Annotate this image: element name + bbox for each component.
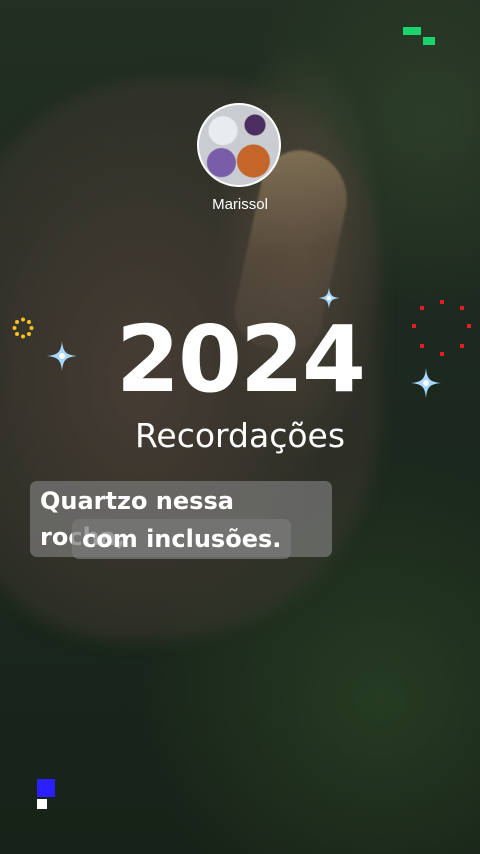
- avatar[interactable]: [197, 103, 281, 187]
- caption-line: com inclusões.: [72, 519, 292, 559]
- white-square-decoration: [37, 799, 47, 809]
- story-canvas: Marissol 2024 Recordações Quartzo nessa …: [0, 0, 480, 854]
- blue-square-decoration: [37, 779, 55, 797]
- year-title: 2024: [115, 306, 366, 413]
- green-logo-icon: [403, 27, 435, 49]
- username[interactable]: Marissol: [0, 196, 480, 213]
- memories-subtitle: Recordações: [134, 416, 346, 455]
